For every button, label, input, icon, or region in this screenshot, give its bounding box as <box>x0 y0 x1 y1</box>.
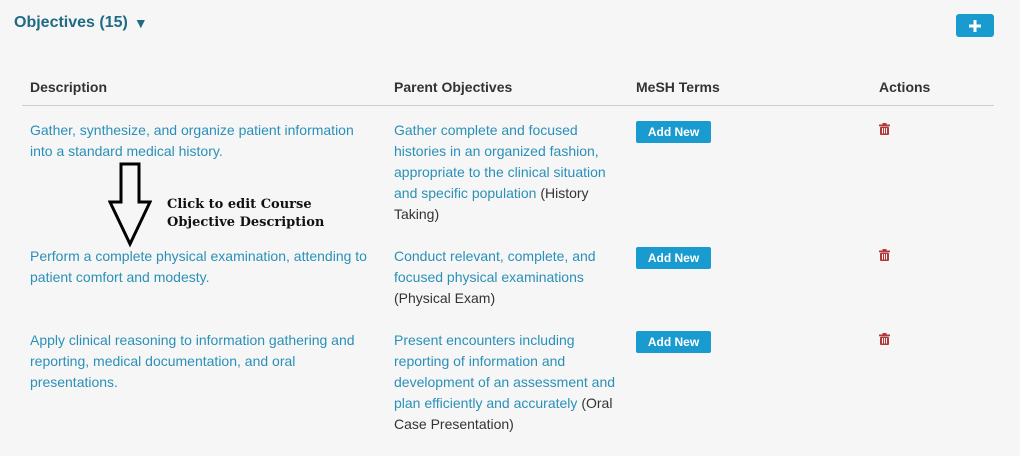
trash-icon[interactable] <box>879 123 890 135</box>
annotation-line-1: Click to edit Course <box>167 197 312 212</box>
add-new-mesh-button[interactable]: Add New <box>636 121 711 143</box>
annotation-callout: Click to edit Course Objective Descripti… <box>167 196 324 232</box>
add-objective-button[interactable] <box>956 14 994 37</box>
parent-objective: Present encounters including reporting o… <box>394 330 629 435</box>
triangle-down-icon[interactable]: ▼ <box>134 15 148 31</box>
column-header-description: Description <box>30 79 108 95</box>
parent-objective: Gather complete and focused histories in… <box>394 120 629 225</box>
trash-icon[interactable] <box>879 249 890 261</box>
parent-objective: Conduct relevant, complete, and focused … <box>394 246 629 309</box>
objective-description-link[interactable]: Apply clinical reasoning to information … <box>30 330 375 393</box>
add-new-mesh-button[interactable]: Add New <box>636 331 711 353</box>
trash-icon[interactable] <box>879 333 890 345</box>
parent-objective-link[interactable]: Conduct relevant, complete, and focused … <box>394 248 596 285</box>
table-header: Description Parent Objectives MeSH Terms… <box>22 72 994 106</box>
objectives-header[interactable]: Objectives (15) ▼ <box>14 14 148 32</box>
column-header-actions: Actions <box>879 79 931 95</box>
objectives-title[interactable]: Objectives (15) <box>14 14 128 32</box>
objectives-table: Description Parent Objectives MeSH Terms… <box>22 72 994 432</box>
column-header-mesh-terms: MeSH Terms <box>636 79 720 95</box>
column-header-parent-objectives: Parent Objectives <box>394 79 513 95</box>
parent-objective-tag: (Physical Exam) <box>394 290 496 306</box>
annotation-line-2: Objective Description <box>167 215 325 230</box>
objective-description-link[interactable]: Gather, synthesize, and organize patient… <box>30 120 375 162</box>
add-new-mesh-button[interactable]: Add New <box>636 247 711 269</box>
down-arrow-icon <box>108 162 152 248</box>
objective-description-link[interactable]: Perform a complete physical examination,… <box>30 246 375 288</box>
plus-icon <box>969 19 981 32</box>
